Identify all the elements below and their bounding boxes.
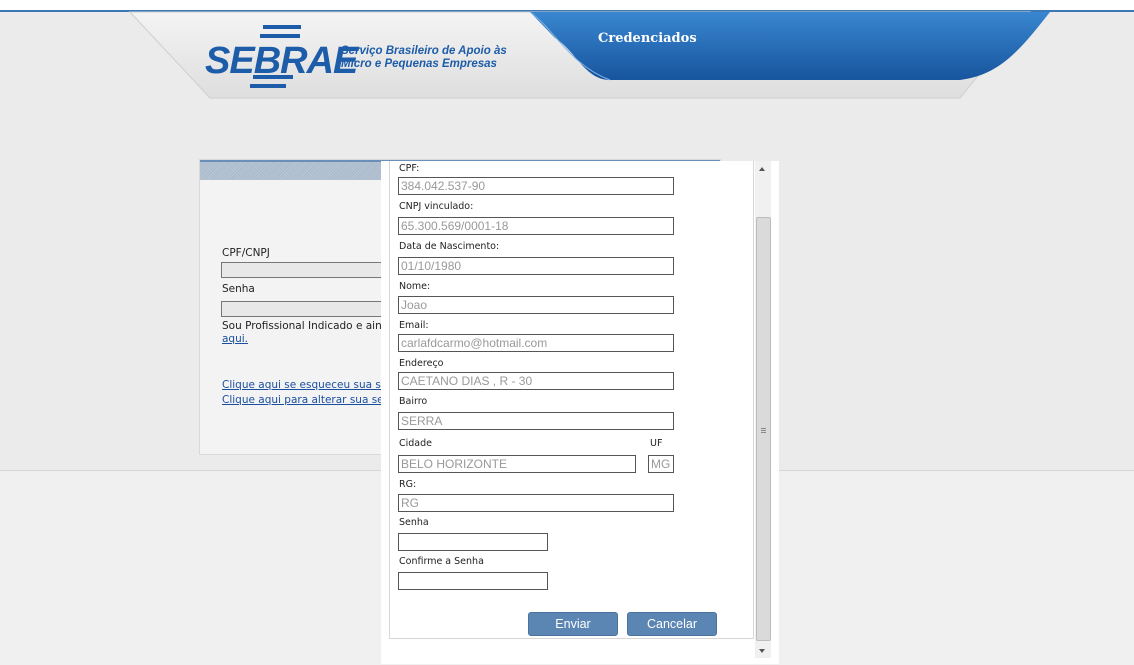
nome-field[interactable]: Joao	[398, 296, 674, 314]
cpf-field[interactable]: 384.042.537-90	[398, 177, 674, 195]
registration-modal: CPF: 384.042.537-90 CNPJ vinculado: 65.3…	[381, 161, 779, 664]
bairro-label: Bairro	[399, 396, 428, 407]
cnpj-field[interactable]: 65.300.569/0001-18	[398, 217, 674, 235]
uf-field[interactable]: MG	[648, 455, 674, 473]
header-banner	[0, 10, 1134, 99]
senha-form-label: Senha	[399, 517, 429, 528]
endereco-field[interactable]: CAETANO DIAS , R - 30	[398, 372, 674, 390]
top-strip	[0, 0, 1134, 10]
forgot-password-link[interactable]: Clique aqui se esqueceu sua sen	[222, 379, 394, 391]
email-field[interactable]: carlafdcarmo@hotmail.com	[398, 334, 674, 352]
aqui-link[interactable]: aqui.	[222, 333, 248, 345]
scroll-down-icon[interactable]	[759, 649, 765, 653]
endereco-label: Endereço	[399, 358, 444, 369]
uf-label: UF	[650, 438, 663, 449]
nome-label: Nome:	[399, 281, 431, 292]
scroll-up-icon[interactable]	[759, 167, 765, 171]
rg-label: RG:	[399, 479, 417, 490]
cpf-cnpj-label: CPF/CNPJ	[222, 247, 270, 259]
cidade-field[interactable]: BELO HORIZONTE	[398, 455, 636, 473]
email-label: Email:	[399, 320, 429, 331]
scrollbar-thumb[interactable]	[756, 217, 771, 641]
indicado-text: Sou Profissional Indicado e ainda	[222, 320, 395, 332]
senha-label: Senha	[222, 283, 255, 295]
bairro-field[interactable]: SERRA	[398, 412, 674, 430]
cpf-cnpj-input[interactable]	[221, 262, 393, 278]
confirme-senha-label: Confirme a Senha	[399, 556, 484, 567]
confirme-senha-field[interactable]	[398, 572, 548, 590]
senha-input[interactable]	[221, 301, 393, 317]
cancelar-button[interactable]: Cancelar	[627, 612, 717, 636]
logo-tagline-line-1: Serviço Brasileiro de Apoio às	[341, 45, 507, 57]
logo-bar-3	[253, 75, 293, 79]
change-password-link[interactable]: Clique aqui para alterar sua senha	[222, 394, 403, 406]
cidade-label: Cidade	[399, 438, 432, 449]
tab-credenciados[interactable]: Credenciados	[598, 31, 697, 46]
scrollbar-grip-icon	[761, 428, 766, 429]
nascimento-label: Data de Nascimento:	[399, 241, 500, 252]
senha-form-field[interactable]	[398, 533, 548, 551]
logo-tagline-line-2: Micro e Pequenas Empresas	[341, 58, 497, 70]
modal-scrollbar[interactable]	[755, 161, 771, 658]
enviar-button[interactable]: Enviar	[528, 612, 618, 636]
cpf-label: CPF:	[399, 163, 420, 174]
logo-bar-bottom	[250, 84, 286, 88]
registration-form: CPF: 384.042.537-90 CNPJ vinculado: 65.3…	[389, 161, 754, 639]
cnpj-label: CNPJ vinculado:	[399, 201, 474, 212]
logo-bar-2	[260, 34, 300, 38]
logo-tagline: Serviço Brasileiro de Apoio às Micro e P…	[341, 45, 507, 71]
nascimento-field[interactable]: 01/10/1980	[398, 257, 674, 275]
rg-field[interactable]: RG	[398, 494, 674, 512]
logo-bar-top	[263, 25, 301, 29]
